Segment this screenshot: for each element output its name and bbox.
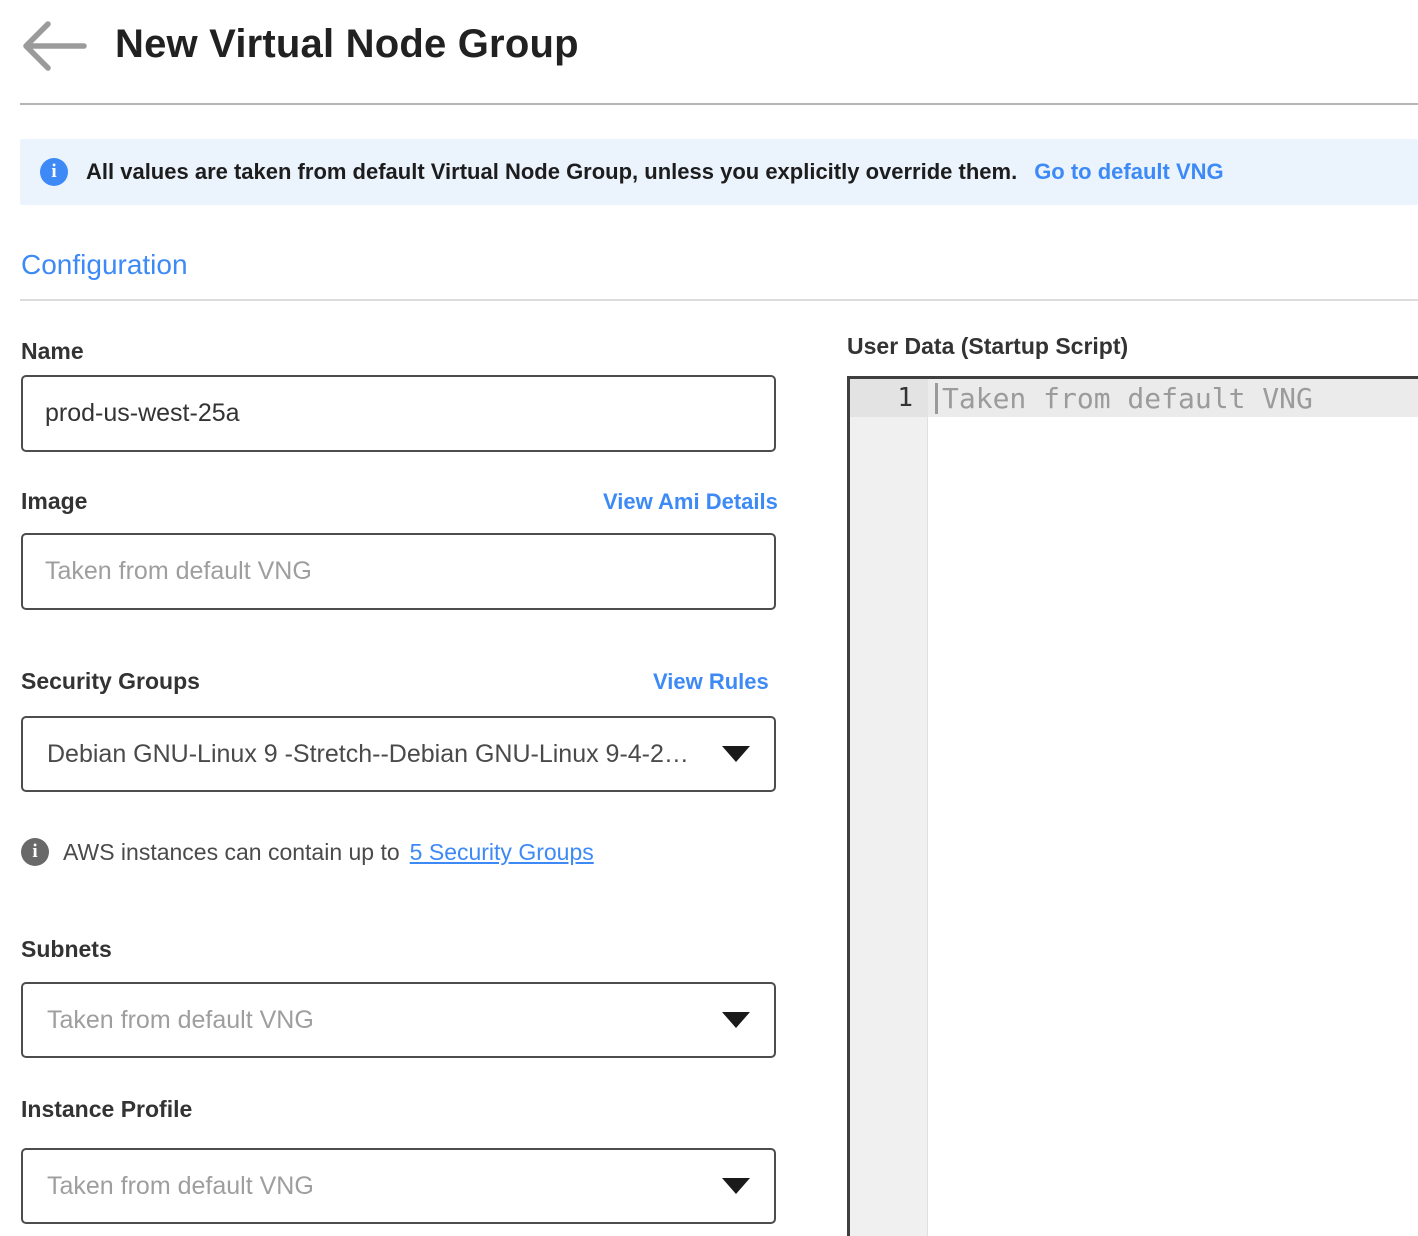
image-input[interactable]: [21, 533, 776, 610]
info-icon: i: [40, 158, 68, 186]
configuration-section-title: Configuration: [21, 249, 188, 281]
security-groups-selected-value: Debian GNU-Linux 9 -Stretch--Debian GNU-…: [47, 740, 706, 769]
back-button[interactable]: [18, 18, 90, 74]
security-groups-note: i AWS instances can contain up to 5 Secu…: [21, 838, 594, 866]
banner-text: All values are taken from default Virtua…: [86, 159, 1017, 185]
editor-code-line: Taken from default VNG: [935, 379, 1313, 417]
header-divider: [20, 103, 1418, 105]
line-number: 1: [850, 379, 928, 417]
user-data-label: User Data (Startup Script): [847, 333, 1128, 360]
view-rules-link[interactable]: View Rules: [653, 669, 769, 695]
name-input[interactable]: [21, 375, 776, 452]
security-groups-label: Security Groups: [21, 668, 200, 695]
note-text: AWS instances can contain up to: [63, 839, 400, 866]
editor-active-line: 1 Taken from default VNG: [850, 379, 1418, 417]
name-label: Name: [21, 338, 84, 365]
subnets-label: Subnets: [21, 936, 112, 963]
view-ami-details-link[interactable]: View Ami Details: [603, 489, 778, 515]
five-security-groups-link[interactable]: 5 Security Groups: [410, 839, 594, 866]
instance-profile-label: Instance Profile: [21, 1096, 192, 1123]
editor-gutter: [850, 379, 928, 1236]
page-header: New Virtual Node Group: [0, 0, 1418, 103]
user-data-editor[interactable]: 1 Taken from default VNG: [847, 376, 1418, 1236]
instance-profile-placeholder: Taken from default VNG: [47, 1172, 706, 1201]
go-to-default-vng-link[interactable]: Go to default VNG: [1034, 159, 1223, 185]
section-divider: [20, 299, 1418, 301]
note-info-icon: i: [21, 838, 49, 866]
info-banner: i All values are taken from default Virt…: [20, 139, 1418, 205]
arrow-left-icon: [18, 18, 90, 74]
new-virtual-node-group-page: New Virtual Node Group i All values are …: [0, 0, 1418, 1236]
chevron-down-icon: [722, 746, 750, 762]
text-cursor: [935, 383, 938, 414]
image-label: Image: [21, 488, 87, 515]
editor-placeholder-text: Taken from default VNG: [942, 382, 1313, 415]
subnets-select[interactable]: Taken from default VNG: [21, 982, 776, 1058]
instance-profile-select[interactable]: Taken from default VNG: [21, 1148, 776, 1224]
subnets-placeholder: Taken from default VNG: [47, 1006, 706, 1035]
chevron-down-icon: [722, 1178, 750, 1194]
page-title: New Virtual Node Group: [115, 22, 579, 67]
security-groups-select[interactable]: Debian GNU-Linux 9 -Stretch--Debian GNU-…: [21, 716, 776, 792]
chevron-down-icon: [722, 1012, 750, 1028]
